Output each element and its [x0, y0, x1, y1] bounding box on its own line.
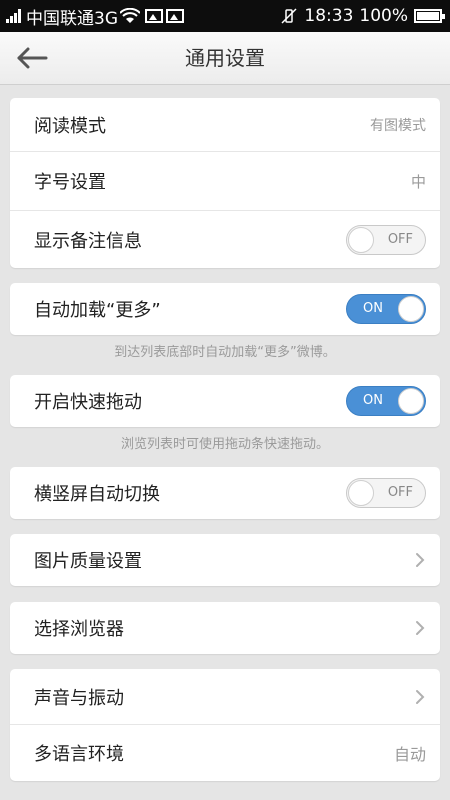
fast-scroll-row: 开启快速拖动 ON	[10, 375, 440, 427]
toggle-state-text: OFF	[387, 231, 413, 247]
battery-icon	[414, 9, 445, 23]
wifi-icon	[120, 8, 140, 23]
browser-row[interactable]: 选择浏览器	[10, 602, 440, 654]
image-quality-label: 图片质量设置	[34, 551, 142, 572]
auto-load-card: 自动加载“更多” ON	[10, 283, 440, 335]
auto-load-label: 自动加载“更多”	[34, 300, 161, 321]
status-bar: 中国联通3G 18:33 100%	[0, 0, 450, 32]
toggle-state-text: ON	[363, 393, 383, 408]
chevron-right-icon	[416, 621, 425, 635]
font-size-label: 字号设置	[34, 172, 106, 193]
auto-rotate-card: 横竖屏自动切换 OFF	[10, 467, 440, 519]
image-notification-icon	[166, 9, 184, 23]
fast-scroll-hint: 浏览列表时可使用拖动条快速拖动。	[120, 437, 329, 452]
auto-rotate-row: 横竖屏自动切换 OFF	[10, 467, 440, 519]
signal-icon	[6, 9, 22, 23]
reading-mode-value: 有图模式	[370, 117, 426, 134]
toggle-state-text: ON	[363, 301, 383, 316]
language-label: 多语言环境	[34, 744, 124, 765]
chevron-right-icon	[416, 553, 425, 567]
auto-load-toggle[interactable]: ON	[346, 294, 426, 324]
reading-mode-row[interactable]: 阅读模式 有图模式	[10, 98, 440, 151]
toggle-knob	[398, 296, 424, 322]
arrow-left-icon	[17, 47, 48, 69]
toggle-knob	[348, 226, 374, 253]
auto-load-row: 自动加载“更多” ON	[10, 283, 440, 335]
browser-card: 选择浏览器	[10, 602, 440, 654]
toggle-state-text: OFF	[387, 485, 413, 500]
vibrate-mute-icon	[281, 8, 297, 24]
sound-vibration-label: 声音与振动	[34, 687, 124, 709]
reading-mode-label: 阅读模式	[34, 115, 106, 137]
display-settings-card: 阅读模式 有图模式 字号设置 中 显示备注信息 OFF	[10, 98, 440, 268]
browser-label: 选择浏览器	[34, 619, 124, 640]
font-size-row[interactable]: 字号设置 中	[10, 151, 440, 210]
font-size-value: 中	[410, 172, 426, 191]
auto-rotate-label: 横竖屏自动切换	[34, 484, 160, 505]
clock-text: 18:33	[304, 6, 354, 26]
battery-text: 100%	[359, 6, 408, 26]
chevron-right-icon	[416, 689, 425, 704]
fast-scroll-card: 开启快速拖动 ON	[10, 375, 440, 427]
auto-load-hint: 到达列表底部时自动加载“更多”微博。	[114, 345, 336, 360]
fast-scroll-toggle[interactable]: ON	[346, 386, 426, 416]
image-notification-icon	[145, 9, 163, 23]
image-quality-card: 图片质量设置	[10, 534, 440, 586]
show-remark-row: 显示备注信息 OFF	[10, 210, 440, 268]
title-bar: 通用设置	[0, 32, 450, 85]
carrier-text: 中国联通3G	[26, 8, 118, 29]
back-button[interactable]	[10, 40, 54, 76]
language-row[interactable]: 多语言环境 自动	[10, 724, 440, 781]
toggle-knob	[348, 480, 374, 506]
sound-language-card: 声音与振动 多语言环境 自动	[10, 669, 440, 781]
sound-vibration-row[interactable]: 声音与振动	[10, 669, 440, 724]
fast-scroll-label: 开启快速拖动	[34, 392, 142, 413]
auto-rotate-toggle[interactable]: OFF	[346, 478, 426, 508]
show-remark-toggle[interactable]: OFF	[346, 224, 426, 255]
show-remark-label: 显示备注信息	[34, 230, 142, 252]
language-value: 自动	[393, 745, 426, 764]
image-quality-row[interactable]: 图片质量设置	[10, 534, 440, 586]
toggle-knob	[398, 388, 424, 414]
page-title: 通用设置	[185, 46, 265, 70]
